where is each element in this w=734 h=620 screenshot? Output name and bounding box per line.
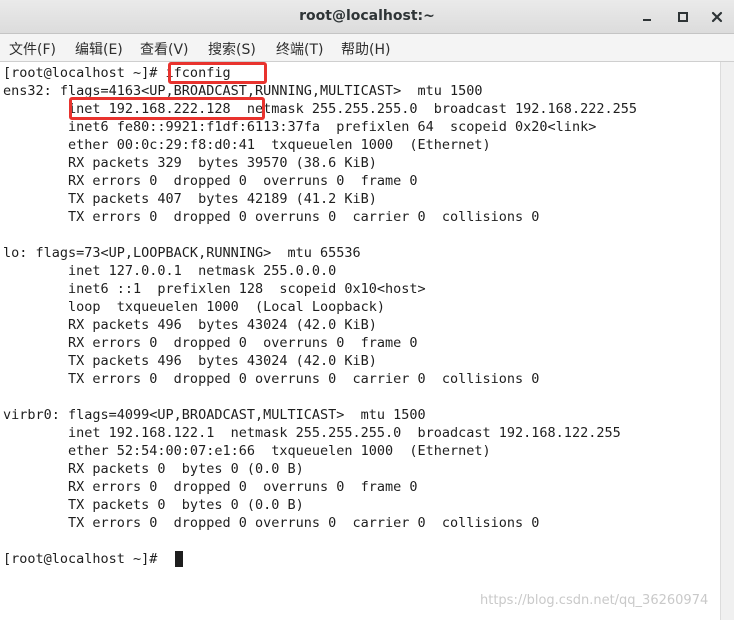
terminal-scrollbar[interactable] bbox=[720, 62, 734, 620]
minimize-icon[interactable] bbox=[637, 7, 657, 27]
close-icon[interactable] bbox=[707, 7, 727, 27]
menu-edit[interactable]: 编辑(E) bbox=[75, 39, 123, 59]
terminal-cursor bbox=[175, 551, 183, 567]
terminal-line: RX packets 496 bytes 43024 (42.0 KiB) bbox=[3, 317, 377, 333]
watermark: https://blog.csdn.net/qq_36260974 bbox=[480, 593, 709, 608]
menu-search[interactable]: 搜索(S) bbox=[208, 39, 256, 59]
terminal-line: RX errors 0 dropped 0 overruns 0 frame 0 bbox=[3, 173, 418, 189]
window-title: root@localhost:~ bbox=[299, 8, 435, 24]
menu-bar: 文件(F) 编辑(E) 查看(V) 搜索(S) 终端(T) 帮助(H) bbox=[0, 34, 734, 62]
terminal-line: virbr0: flags=4099<UP,BROADCAST,MULTICAS… bbox=[3, 407, 426, 423]
terminal-line: lo: flags=73<UP,LOOPBACK,RUNNING> mtu 65… bbox=[3, 245, 361, 261]
highlight-ifconfig-box bbox=[168, 62, 267, 84]
menu-help[interactable]: 帮助(H) bbox=[341, 39, 390, 59]
maximize-icon[interactable] bbox=[673, 7, 693, 27]
terminal-line: loop txqueuelen 1000 (Local Loopback) bbox=[3, 299, 386, 315]
menu-view[interactable]: 查看(V) bbox=[140, 39, 189, 59]
terminal-line: TX packets 496 bytes 43024 (42.0 KiB) bbox=[3, 353, 377, 369]
terminal-line: TX errors 0 dropped 0 overruns 0 carrier… bbox=[3, 515, 540, 531]
terminal-line: [root@localhost ~]# bbox=[3, 551, 158, 567]
terminal-line: RX packets 0 bytes 0 (0.0 B) bbox=[3, 461, 304, 477]
terminal-output[interactable]: [root@localhost ~]# ifconfig ens32: flag… bbox=[0, 62, 720, 620]
highlight-inet-box bbox=[69, 97, 265, 120]
terminal-line: RX packets 329 bytes 39570 (38.6 KiB) bbox=[3, 155, 377, 171]
terminal-line: TX errors 0 dropped 0 overruns 0 carrier… bbox=[3, 209, 540, 225]
terminal-line: ether 00:0c:29:f8:d0:41 txqueuelen 1000 … bbox=[3, 137, 491, 153]
terminal-line: ether 52:54:00:07:e1:66 txqueuelen 1000 … bbox=[3, 443, 491, 459]
terminal-line: inet6 ::1 prefixlen 128 scopeid 0x10<hos… bbox=[3, 281, 426, 297]
window-titlebar[interactable]: root@localhost:~ bbox=[0, 0, 734, 34]
terminal-line: RX errors 0 dropped 0 overruns 0 frame 0 bbox=[3, 479, 418, 495]
terminal-line: inet 127.0.0.1 netmask 255.0.0.0 bbox=[3, 263, 337, 279]
menu-file[interactable]: 文件(F) bbox=[9, 39, 56, 59]
terminal-line: RX errors 0 dropped 0 overruns 0 frame 0 bbox=[3, 335, 418, 351]
terminal-line: TX packets 0 bytes 0 (0.0 B) bbox=[3, 497, 304, 513]
terminal-line: TX errors 0 dropped 0 overruns 0 carrier… bbox=[3, 371, 540, 387]
terminal-line: TX packets 407 bytes 42189 (41.2 KiB) bbox=[3, 191, 377, 207]
terminal-line: inet 192.168.122.1 netmask 255.255.255.0… bbox=[3, 425, 621, 441]
terminal-line: inet6 fe80::9921:f1df:6113:37fa prefixle… bbox=[3, 119, 597, 135]
menu-terminal[interactable]: 终端(T) bbox=[276, 39, 323, 59]
